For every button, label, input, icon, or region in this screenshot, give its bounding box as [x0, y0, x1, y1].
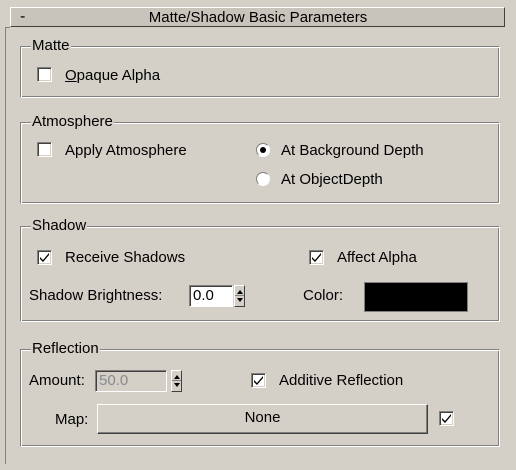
- rollout-frame: [5, 27, 10, 464]
- reflection-legend: Reflection: [31, 340, 100, 358]
- shadow-brightness-label: Shadow Brightness:: [29, 287, 163, 304]
- atmosphere-group: [20, 122, 500, 204]
- checkmark-icon: [312, 253, 321, 262]
- apply-atmosphere-checkbox[interactable]: [37, 142, 52, 157]
- spinner-down-icon[interactable]: [174, 383, 180, 387]
- shadow-color-swatch[interactable]: [364, 282, 468, 312]
- additive-reflection-checkbox[interactable]: [251, 373, 266, 388]
- additive-reflection-label[interactable]: Additive Reflection: [279, 372, 403, 390]
- shadow-color-label: Color:: [303, 287, 344, 304]
- background-depth-radio[interactable]: [256, 143, 270, 157]
- matte-legend: Matte: [31, 37, 71, 55]
- checkmark-icon: [254, 376, 263, 385]
- reflection-amount-spinner[interactable]: [171, 370, 182, 392]
- receive-shadows-checkbox[interactable]: [37, 250, 52, 265]
- reflection-map-button[interactable]: None: [97, 404, 428, 434]
- affect-alpha-checkbox[interactable]: [309, 250, 324, 265]
- apply-atmosphere-label[interactable]: Apply Atmosphere: [65, 142, 187, 160]
- reflection-amount-label: Amount:: [29, 372, 85, 389]
- opaque-alpha-checkbox[interactable]: [37, 67, 52, 82]
- object-depth-radio[interactable]: [256, 172, 270, 186]
- spinner-up-icon[interactable]: [237, 290, 243, 294]
- object-depth-label[interactable]: At ObjectDepth: [281, 171, 383, 189]
- shadow-brightness-spinner[interactable]: [234, 285, 245, 307]
- checkmark-icon: [442, 414, 451, 423]
- map-enable-checkbox[interactable]: [439, 411, 454, 426]
- shadow-legend: Shadow: [31, 217, 88, 235]
- spinner-up-icon[interactable]: [174, 375, 180, 379]
- receive-shadows-label[interactable]: Receive Shadows: [65, 249, 185, 267]
- radio-selected-dot: [260, 147, 266, 153]
- rollout-title[interactable]: Matte/Shadow Basic Parameters: [0, 9, 516, 27]
- affect-alpha-label[interactable]: Affect Alpha: [337, 249, 417, 267]
- atmosphere-legend: Atmosphere: [31, 113, 114, 131]
- spinner-down-icon[interactable]: [237, 298, 243, 302]
- checkmark-icon: [40, 253, 49, 262]
- map-label: Map:: [55, 411, 89, 428]
- opaque-alpha-label[interactable]: Opaque Alpha: [65, 67, 160, 85]
- shadow-brightness-input[interactable]: 0.0: [189, 285, 233, 307]
- reflection-amount-input[interactable]: 50.0: [95, 370, 167, 392]
- background-depth-label[interactable]: At Background Depth: [281, 142, 424, 160]
